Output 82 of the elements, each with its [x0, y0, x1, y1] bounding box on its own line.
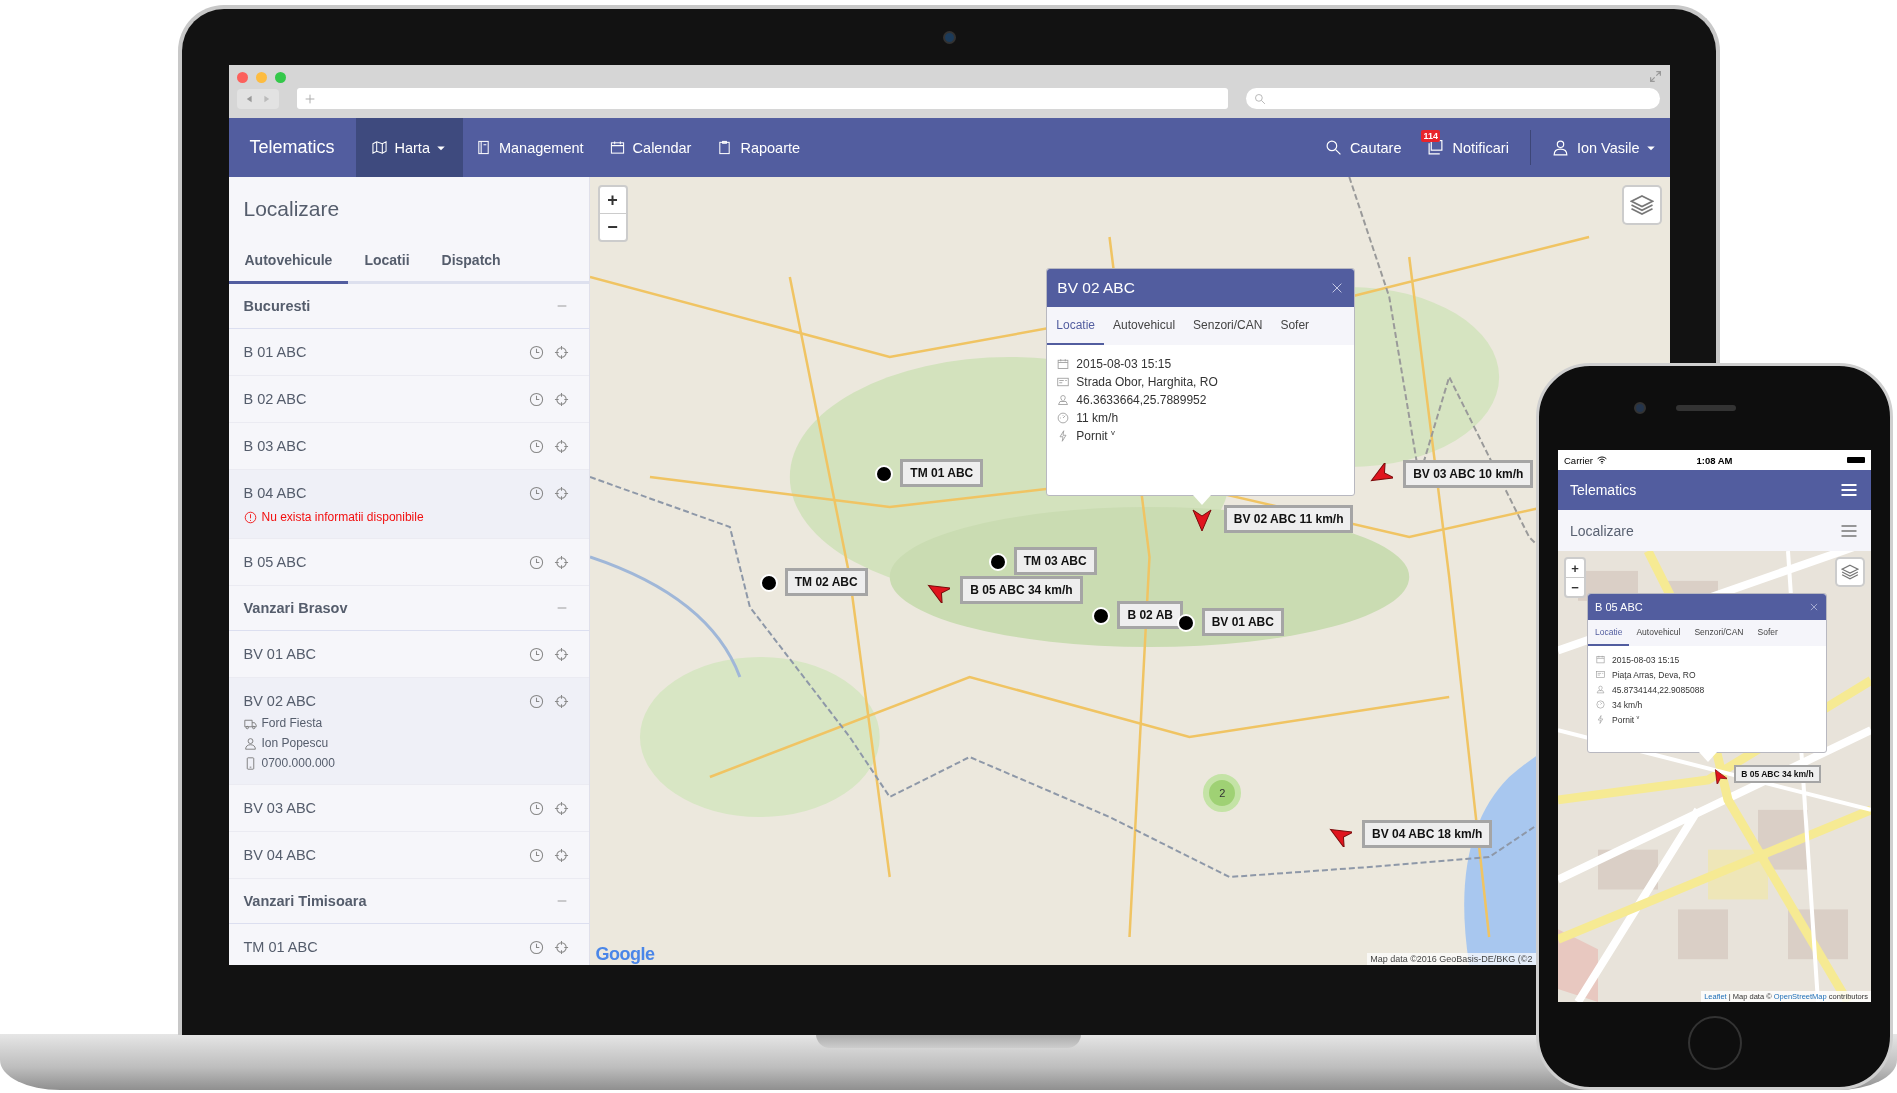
history-icon[interactable] — [528, 800, 544, 816]
vehicle-row[interactable]: BV 02 ABC Ford Fiesta Ion Popescu 0700.000.000 — [228, 678, 589, 785]
fullscreen-icon[interactable] — [1648, 70, 1662, 83]
vehicle-plate: BV 04 ABC — [243, 847, 318, 863]
close-icon[interactable] — [1809, 602, 1819, 612]
group-header[interactable]: Vanzari Timisoara — [228, 879, 589, 924]
vehicle-plate: B 01 ABC — [243, 344, 308, 360]
nav-link[interactable]: Management — [462, 118, 597, 177]
history-icon[interactable] — [528, 847, 544, 863]
notifications-icon — [1427, 139, 1445, 156]
locate-icon[interactable] — [553, 800, 569, 816]
nav-link[interactable]: Ion Vasile — [1538, 118, 1670, 177]
person-icon — [243, 736, 257, 750]
address-field[interactable] — [296, 88, 1228, 109]
nav-link[interactable]: Calendar — [596, 118, 705, 177]
notebook-icon — [475, 140, 491, 155]
vehicle-plate: B 03 ABC — [243, 438, 308, 454]
vehicle-plate: B 05 ABC — [243, 554, 308, 570]
vehicle-row[interactable]: B 05 ABC — [228, 539, 589, 586]
vehicle-row[interactable]: TM 01 ABC — [228, 924, 589, 965]
vehicle-row[interactable]: B 01 ABC — [228, 329, 589, 376]
nav-link[interactable]: Rapoarte — [704, 118, 814, 177]
vehicle-plate: BV 01 ABC — [243, 646, 318, 662]
tab[interactable]: Autovehicule — [228, 240, 349, 284]
history-icon[interactable] — [528, 646, 544, 662]
vehicle-row[interactable]: BV 04 ABC — [228, 832, 589, 879]
locate-icon[interactable] — [553, 847, 569, 863]
history-icon[interactable] — [528, 438, 544, 454]
vehicle-row[interactable]: BV 03 ABC — [228, 785, 589, 832]
tab[interactable]: Sofer — [1750, 620, 1785, 646]
vehicle-plate: B 04 ABC — [243, 485, 308, 501]
camera-dot — [942, 30, 956, 44]
battery-icon — [1847, 457, 1865, 463]
notification-count: 114 — [1421, 130, 1440, 142]
group-header[interactable]: Bucuresti — [228, 284, 589, 329]
locate-icon[interactable] — [553, 344, 569, 360]
vehicle-plate: BV 02 ABC — [243, 693, 318, 709]
speaker-grille — [1675, 405, 1736, 411]
map-icon — [371, 140, 387, 155]
vehicle-plate: B 02 ABC — [243, 391, 308, 407]
locate-icon[interactable] — [553, 554, 569, 570]
nav-link[interactable]: Harta — [355, 118, 463, 177]
group-header[interactable]: Vanzari Brasov — [228, 586, 589, 631]
locate-icon[interactable] — [553, 939, 569, 955]
nav-link[interactable]: 114 Notificari — [1414, 118, 1522, 177]
locate-icon[interactable] — [553, 391, 569, 407]
vehicle-detail: Ford Fiesta — [261, 716, 323, 730]
warning-icon — [243, 510, 257, 524]
layers-icon — [1841, 563, 1859, 581]
vehicle-plate: TM 01 ABC — [243, 939, 319, 955]
history-icon[interactable] — [528, 693, 544, 709]
history-icon[interactable] — [528, 344, 544, 360]
brand-name[interactable]: Telematics — [228, 118, 356, 177]
locate-icon[interactable] — [553, 438, 569, 454]
calendar-icon — [609, 140, 625, 155]
history-icon[interactable] — [528, 485, 544, 501]
locate-icon[interactable] — [553, 693, 569, 709]
layers-button[interactable] — [1835, 557, 1865, 587]
clock-time: 1:08 AM — [1696, 454, 1733, 466]
vehicle-detail: 0700.000.000 — [261, 756, 335, 770]
tab[interactable]: Locatii — [348, 240, 426, 284]
window-close-button[interactable] — [236, 72, 248, 83]
tab[interactable]: Senzori/CAN — [1687, 620, 1751, 646]
user-icon — [1551, 139, 1569, 156]
tab[interactable]: Dispatch — [425, 240, 517, 284]
vehicle-detail: Ion Popescu — [261, 736, 329, 750]
history-icon[interactable] — [528, 391, 544, 407]
search-field[interactable] — [1245, 88, 1660, 109]
nav-link[interactable]: Cautare — [1311, 118, 1415, 177]
locate-icon[interactable] — [553, 485, 569, 501]
history-icon[interactable] — [528, 939, 544, 955]
panel-title: Localizare — [242, 196, 341, 222]
vehicle-plate: BV 03 ABC — [243, 800, 318, 816]
history-icon[interactable] — [528, 554, 544, 570]
search-icon — [1324, 139, 1342, 156]
locate-icon[interactable] — [553, 646, 569, 662]
clipboard-icon — [717, 140, 733, 155]
vehicle-row[interactable]: B 04 ABC Nu exista informatii disponibile — [228, 470, 589, 539]
vehicle-row[interactable]: B 02 ABC — [228, 376, 589, 423]
marker-label[interactable]: B 05 ABC 34 km/h — [1734, 765, 1821, 784]
search-icon — [1253, 92, 1266, 105]
error-message: Nu exista informatii disponibile — [261, 510, 424, 524]
